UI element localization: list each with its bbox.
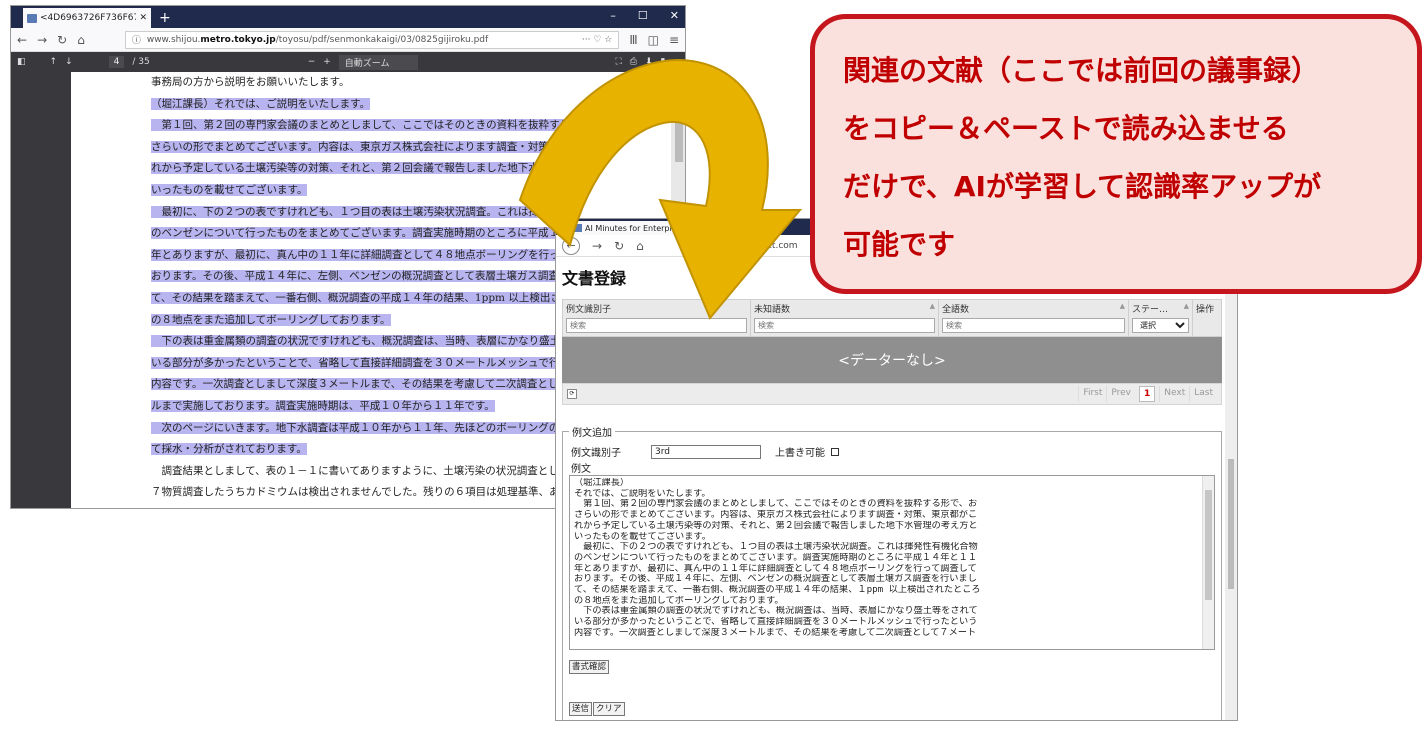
- selected-text: ルまで実施しております。調査実施時期は、平成１０年から１１年です。: [151, 399, 495, 412]
- page-scrollbar[interactable]: [1225, 259, 1237, 720]
- browser-tab[interactable]: <4D6963726F736F6742057... ✕: [23, 8, 151, 28]
- pager-current[interactable]: 1: [1139, 386, 1156, 402]
- overwrite-label: 上書き可能: [775, 448, 825, 459]
- example-id-label: 例文識別子: [571, 448, 621, 459]
- callout-line-2: をコピー＆ペーストで読み込ませる: [843, 112, 1289, 145]
- textarea-line: 年とありますが、最初に、真ん中の１１年に詳細調査として４８地点ボーリングを行って…: [574, 563, 977, 574]
- sort-icon[interactable]: ▲: [930, 302, 935, 315]
- selected-text: 次のページにいきます。地下水調査は平成１０年から１１年、先ほどのボーリングの穴を: [151, 421, 581, 434]
- section-legend: 例文追加: [569, 424, 615, 439]
- scroll-thumb[interactable]: [1205, 490, 1212, 600]
- pager-first[interactable]: First: [1078, 386, 1106, 402]
- tab-title: <4D6963726F736F6742057...: [40, 13, 136, 23]
- new-tab-icon[interactable]: +: [159, 10, 171, 26]
- callout-line-3: だけで、AIが学習して認識率アップが: [843, 170, 1322, 203]
- text: ７物質調査したうちカドミウムは検出されませんでした。残りの６項目は処理基準、ある…: [151, 486, 581, 499]
- textarea-line: て、その結果を踏まえて、一番右側、概況調査の平成１４年の結果、１ppm 以上検出…: [574, 585, 981, 596]
- callout-box: 関連の文献（ここでは前回の議事録） をコピー＆ペーストで読み込ませる だけで、A…: [810, 14, 1422, 294]
- pdf-favicon-icon: [27, 13, 37, 23]
- callout-line-1: 関連の文献（ここでは前回の議事録）: [843, 54, 1320, 87]
- textarea-line: さらいの形でまとめてございます。内容は、東京ガス株式会社によります調査・対策、東…: [574, 510, 978, 521]
- zoom-out-icon[interactable]: −: [308, 57, 316, 67]
- textarea-line: 第１回、第２回の専門家会議のまとめとしまして、ここではそのときの資料を抜粋する形…: [574, 499, 978, 510]
- example-textarea[interactable]: （堀江課長） それでは、ご説明をいたします。 第１回、第２回の専門家会議のまとめと…: [569, 475, 1215, 650]
- info-icon[interactable]: ⓘ: [132, 33, 141, 46]
- textarea-line: の８地点をまた追加してボーリングしております。: [574, 595, 784, 606]
- arrow-shape: [518, 58, 803, 320]
- textarea-line: おります。その後、平成１４年に、左側、ベンゼンの概況調査として表層土壌ガス調査を…: [574, 574, 977, 585]
- textarea-line: いったものを載せてございます。: [574, 531, 711, 542]
- forward-icon[interactable]: →: [37, 33, 47, 47]
- textarea-scrollbar[interactable]: [1202, 476, 1214, 649]
- textarea-line: 最初に、下の２つの表ですけれども、１つ目の表は土壌汚染状況調査。これは揮発性有機…: [574, 542, 978, 553]
- selected-text: （堀江課長）それでは、ご説明をいたします。: [151, 97, 371, 110]
- next-page-icon[interactable]: ↓: [65, 57, 73, 67]
- page-number-input[interactable]: 4: [108, 56, 125, 68]
- textarea-line: いる部分が多かったということで、省略して直接詳細調査を３０メートルメッシュで行っ…: [574, 617, 978, 628]
- callout-line-4: 可能です: [843, 228, 956, 261]
- maximize-icon[interactable]: ☐: [638, 9, 648, 22]
- pager-last[interactable]: Last: [1189, 386, 1217, 402]
- selected-text: いったものを載せてございます。: [151, 183, 308, 196]
- refresh-icon[interactable]: ⟳: [567, 389, 577, 399]
- column-actions: 操作: [1193, 300, 1221, 336]
- close-window-icon[interactable]: ✕: [670, 9, 679, 22]
- column-status: ステー… ▲ 選択: [1129, 300, 1193, 336]
- selected-text: 最初に、下の２つの表ですけれども、１つ目の表は土壌汚染状況調査。これは揮発性有: [151, 205, 571, 218]
- textarea-line: 内容です。一次調査としまして深度３メートルまで、その結果を考慮して二次調査として…: [574, 627, 977, 638]
- browser-tab-strip: <4D6963726F736F6742057... ✕ + – ☐ ✕: [11, 6, 685, 28]
- scroll-thumb[interactable]: [1228, 459, 1234, 589]
- text: 量の参考値を超過しているところがありました。なお、今回検証の対象となっております: [151, 508, 570, 509]
- selected-text: て、その結果を踏まえて、一番右側、概況調査の平成１４年の結果、1ppm 以上検出…: [151, 291, 572, 304]
- selected-text: れから予定している土壌汚染等の対策、それと、第２回会議で報告しました地下水管理の: [151, 162, 571, 175]
- selected-text: 内容です。一次調査としまして深度３メートルまで、その結果を考慮して二次調査として: [151, 378, 569, 391]
- selected-text: の８地点をまた追加してボーリングしております。: [151, 313, 391, 326]
- clear-button[interactable]: クリア: [593, 702, 625, 716]
- window-controls: – ☐ ✕: [610, 9, 679, 22]
- text: 調査結果としまして、表の１－１に書いてありますように、土壌汚染の状況調査としまし: [151, 464, 580, 477]
- minimize-icon[interactable]: –: [610, 9, 616, 22]
- status-select[interactable]: 選択: [1132, 318, 1189, 333]
- zoom-in-icon[interactable]: +: [323, 57, 331, 67]
- column-total-words: 全語数 ▲: [939, 300, 1129, 336]
- submit-button[interactable]: 送信: [569, 702, 593, 716]
- example-text-label: 例文: [571, 464, 591, 475]
- format-check-button[interactable]: 書式確認: [569, 660, 610, 674]
- zoom-select[interactable]: 自動ズーム: [338, 54, 418, 70]
- sort-icon[interactable]: ▲: [1184, 302, 1189, 315]
- filter-total-words-input[interactable]: [942, 318, 1125, 333]
- close-tab-icon[interactable]: ✕: [139, 13, 147, 23]
- textarea-line: のベンゼンについて行ったものをまとめてございます。調査実施時期のところに平成１４…: [574, 552, 978, 563]
- home-icon[interactable]: ⌂: [77, 33, 85, 47]
- url-text: www.shijou.metro.tokyo.jp/toyosu/pdf/sen…: [146, 34, 489, 45]
- column-label[interactable]: 全語数: [942, 302, 969, 315]
- example-id-input[interactable]: 3rd: [651, 444, 761, 459]
- curved-arrow-icon: [518, 58, 803, 320]
- textarea-line: それでは、ご説明をいたします。: [574, 488, 711, 499]
- overwrite-checkbox[interactable]: [831, 447, 839, 456]
- textarea-line: （堀江課長）: [574, 478, 630, 488]
- selected-text: て採水・分析がされております。: [151, 443, 307, 456]
- add-example-section: 例文追加 例文識別子 3rd 上書き可能 例文 （堀江課長） それでは、ご説明をい…: [562, 424, 1222, 720]
- sort-icon[interactable]: ▲: [1120, 302, 1125, 315]
- pager-prev[interactable]: Prev: [1106, 386, 1135, 402]
- selected-text: いる部分が多かったということで、省略して直接詳細調査を３０メートルメッシュで行っ: [151, 356, 570, 369]
- textarea-line: 下の表は重金属類の調査の状況ですけれども、概況調査は、当時、表層にかなり盛土等を…: [574, 606, 978, 617]
- example-id-row: 例文識別子 3rd 上書き可能: [571, 444, 839, 459]
- text: 事務局の方から説明をお願いいたします。: [151, 76, 350, 88]
- back-icon[interactable]: ←: [17, 33, 27, 47]
- pager: ⟳ First Prev 1 Next Last: [562, 383, 1222, 405]
- reload-icon[interactable]: ↻: [57, 33, 67, 47]
- textarea-line: れから予定している土壌汚染等の対策、それと、第２回会議で報告しました地下水管理の…: [574, 520, 978, 531]
- column-label: 操作: [1196, 305, 1215, 315]
- no-data-message: <データーなし>: [562, 337, 1222, 383]
- pager-buttons: First Prev 1 Next Last: [1078, 386, 1217, 402]
- toggle-sidebar-icon[interactable]: ◧: [17, 57, 26, 67]
- pager-next[interactable]: Next: [1159, 386, 1189, 402]
- column-label[interactable]: ステー…: [1132, 302, 1168, 315]
- previous-page-icon[interactable]: ↑: [50, 57, 58, 67]
- page-total: / 35: [132, 57, 150, 67]
